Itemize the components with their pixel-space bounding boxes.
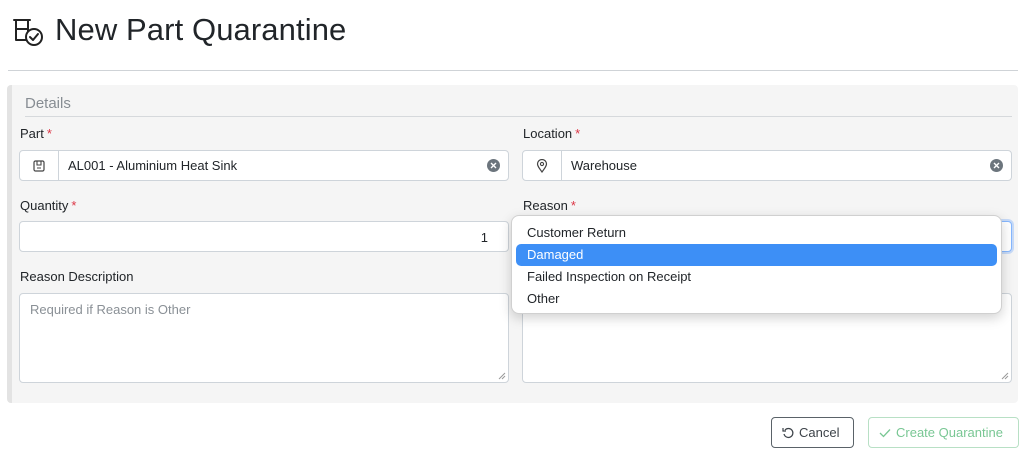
resize-handle-icon[interactable] — [498, 372, 506, 380]
location-label: Location * — [523, 126, 581, 141]
quantity-value: 1 — [480, 230, 488, 245]
box-icon — [20, 151, 59, 180]
location-select[interactable]: Warehouse — [522, 150, 1012, 181]
details-divider — [25, 116, 1012, 117]
create-quarantine-button[interactable]: Create Quarantine — [868, 417, 1019, 448]
cancel-button[interactable]: Cancel — [771, 417, 854, 448]
location-clear-icon[interactable] — [990, 159, 1003, 172]
create-quarantine-label: Create Quarantine — [896, 425, 1003, 440]
map-pin-icon — [523, 151, 562, 180]
check-icon — [879, 428, 891, 437]
required-marker: * — [570, 198, 576, 213]
quantity-input[interactable]: 1 — [19, 221, 509, 252]
part-clear-icon[interactable] — [487, 159, 500, 172]
page-header: New Part Quarantine — [8, 0, 1018, 71]
reason-option-customer-return[interactable]: Customer Return — [516, 222, 997, 244]
undo-icon — [782, 427, 794, 438]
page-title: New Part Quarantine — [55, 12, 347, 47]
required-marker: * — [46, 126, 52, 141]
part-select[interactable]: AL001 - Aluminium Heat Sink — [19, 150, 509, 181]
reason-description-placeholder: Required if Reason is Other — [30, 302, 191, 317]
required-marker: * — [71, 198, 77, 213]
reason-description-textarea[interactable]: Required if Reason is Other — [19, 293, 509, 383]
reason-option-other[interactable]: Other — [516, 288, 997, 310]
location-value: Warehouse — [571, 158, 637, 173]
reason-dropdown: Customer Return Damaged Failed Inspectio… — [511, 215, 1002, 314]
reason-option-failed-inspection[interactable]: Failed Inspection on Receipt — [516, 266, 997, 288]
resize-handle-icon[interactable] — [1001, 372, 1009, 380]
reason-option-damaged[interactable]: Damaged — [516, 244, 997, 266]
reason-label: Reason * — [523, 198, 576, 213]
quantity-label: Quantity * — [20, 198, 77, 213]
part-label: Part * — [20, 126, 52, 141]
details-heading: Details — [25, 95, 71, 112]
reason-description-label: Reason Description — [20, 269, 134, 284]
quarantine-icon — [13, 19, 43, 46]
cancel-label: Cancel — [799, 425, 840, 440]
part-value: AL001 - Aluminium Heat Sink — [68, 158, 238, 173]
required-marker: * — [575, 126, 581, 141]
